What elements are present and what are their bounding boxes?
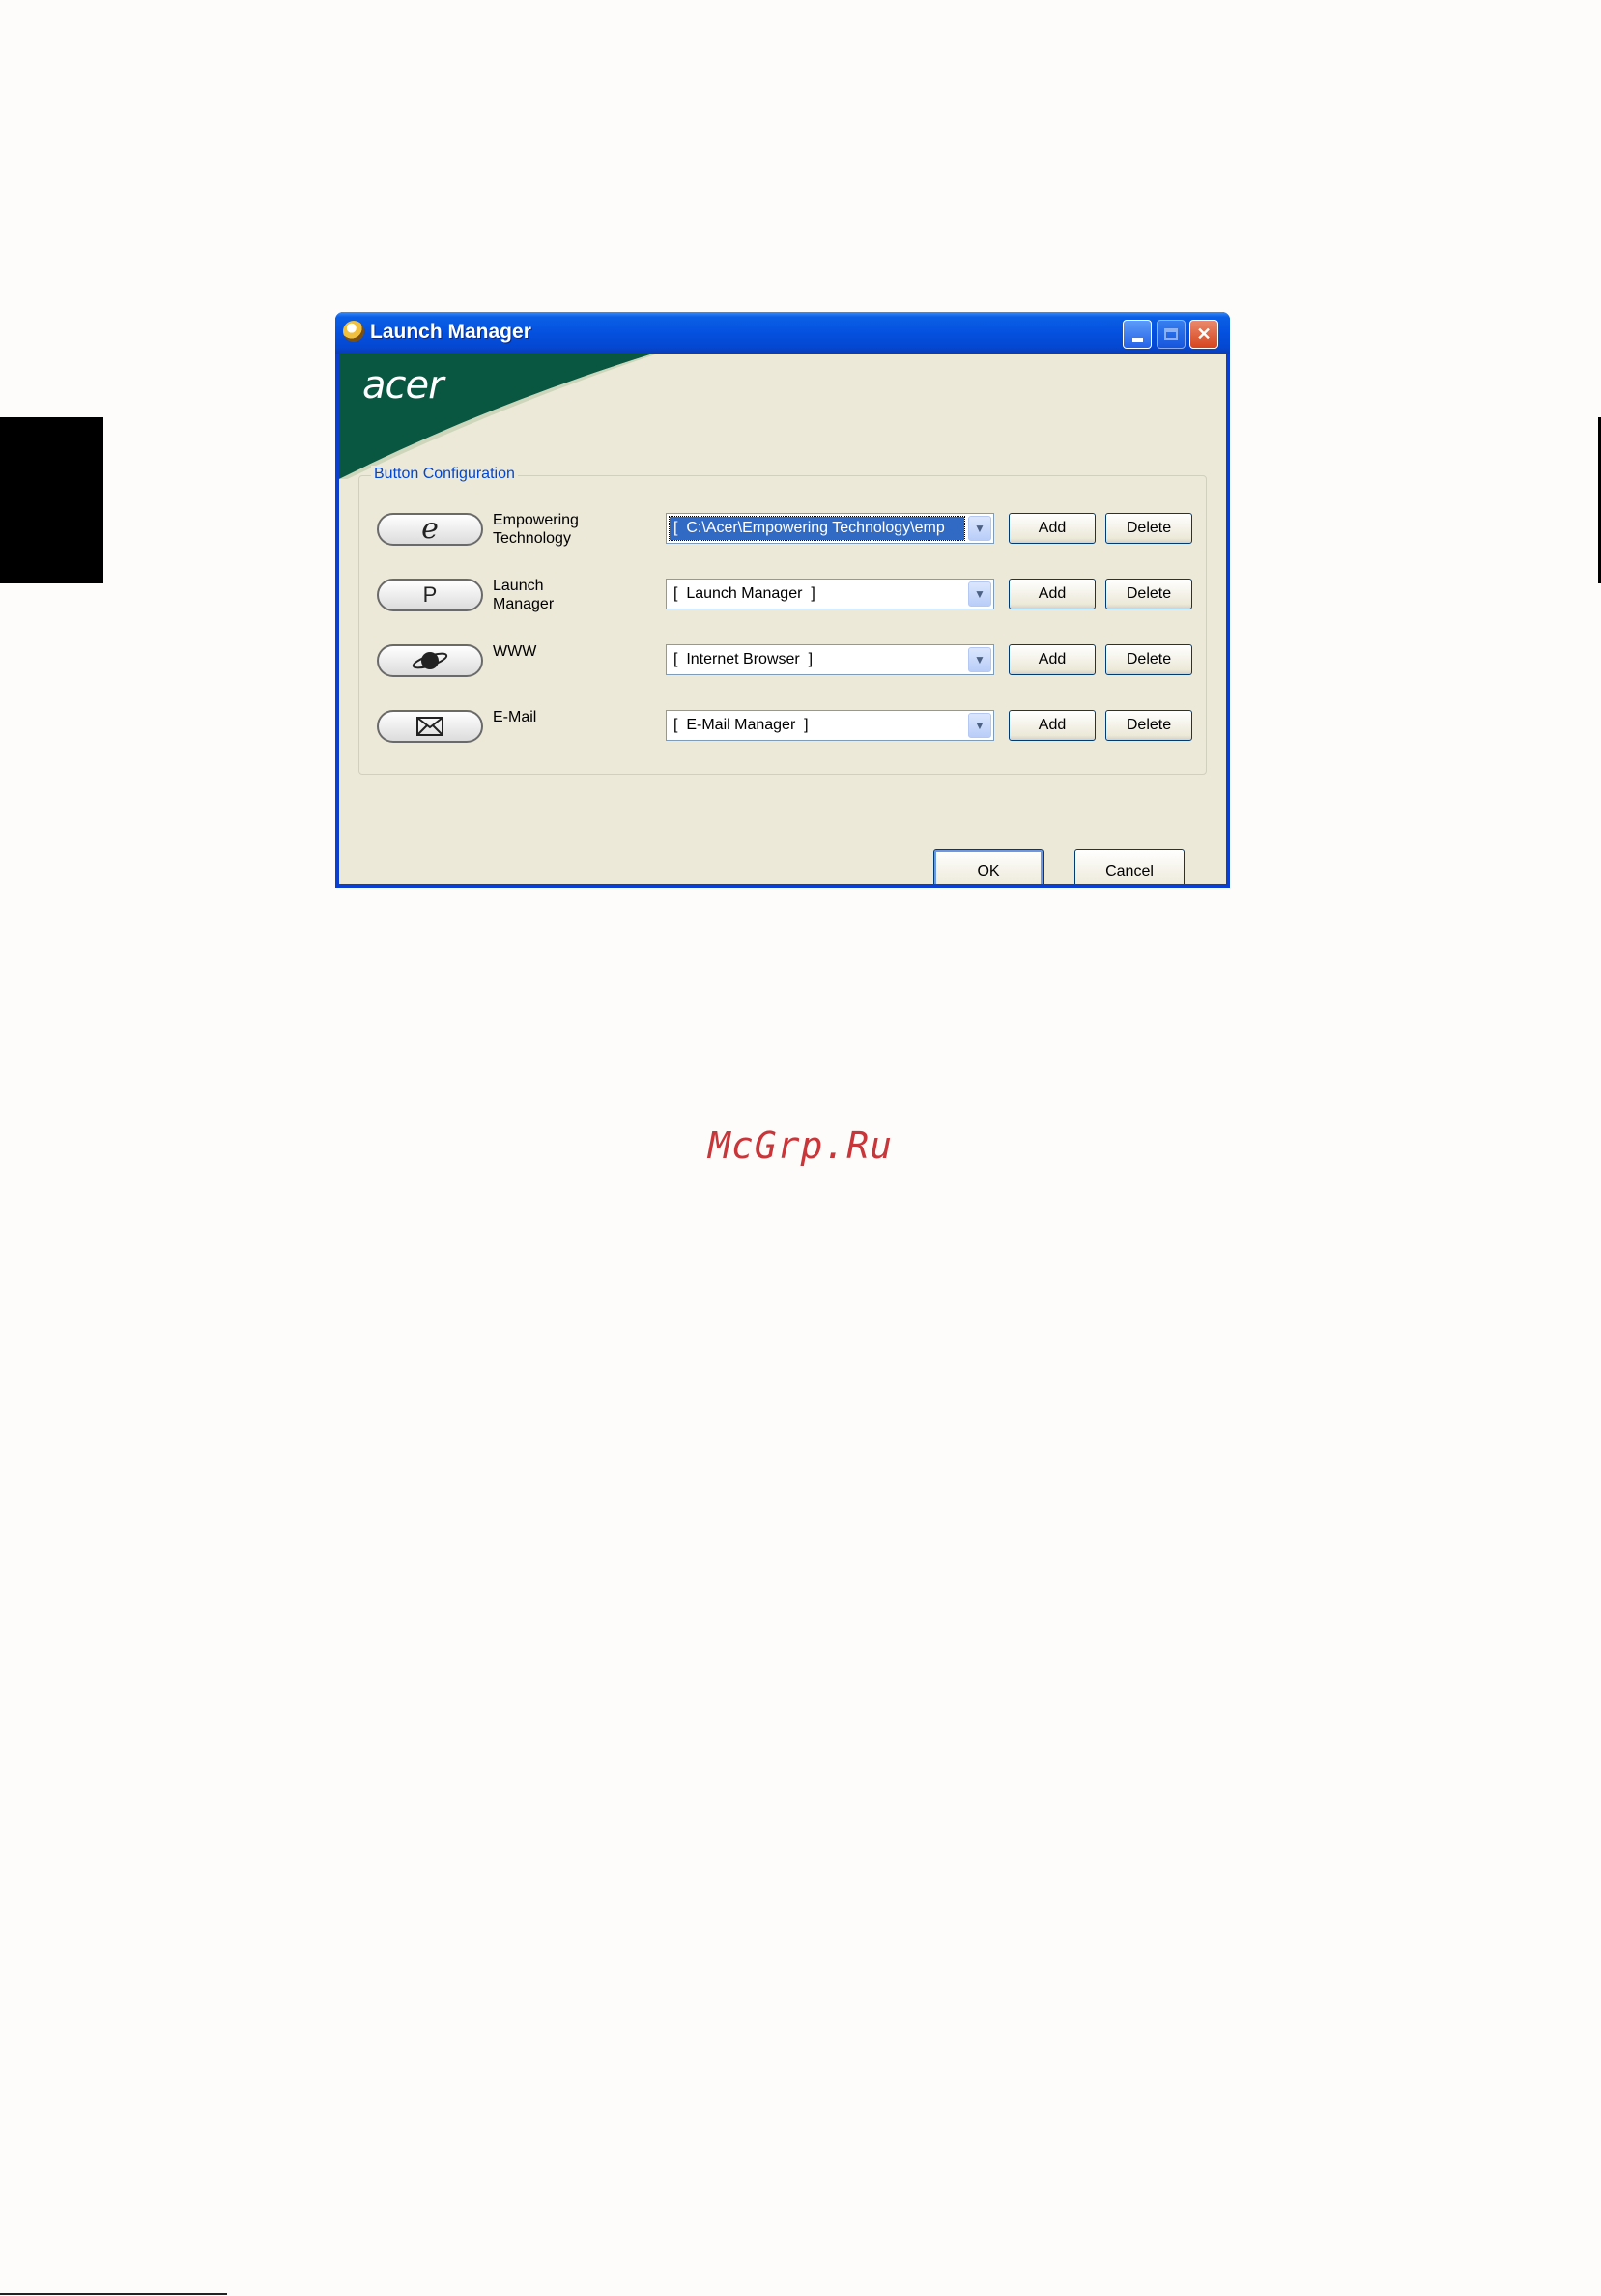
- maximize-button[interactable]: [1157, 320, 1186, 349]
- minimize-button[interactable]: [1123, 320, 1152, 349]
- row-label: E-Mail: [493, 709, 537, 725]
- acer-logo: acer: [362, 363, 444, 408]
- page-side-tab: [0, 417, 103, 583]
- maximize-icon: [1164, 328, 1178, 340]
- chevron-down-icon[interactable]: ▼: [968, 647, 991, 672]
- chevron-down-icon[interactable]: ▼: [968, 516, 991, 541]
- window-title: Launch Manager: [370, 321, 531, 343]
- close-button[interactable]: ✕: [1189, 320, 1218, 349]
- program-select[interactable]: [ E-Mail Manager ] ▼: [666, 710, 994, 741]
- program-select[interactable]: [ C:\Acer\Empowering Technology\emp ▼: [666, 513, 994, 544]
- p-icon: P: [422, 582, 438, 607]
- select-value: [ Internet Browser ]: [673, 651, 814, 667]
- program-select[interactable]: [ Launch Manager ] ▼: [666, 579, 994, 609]
- app-icon[interactable]: [343, 321, 364, 342]
- p-key-icon: P: [377, 579, 483, 611]
- ok-button[interactable]: OK: [933, 849, 1044, 884]
- delete-button[interactable]: Delete: [1105, 644, 1192, 675]
- group-legend: Button Configuration: [371, 466, 518, 483]
- add-button[interactable]: Add: [1009, 710, 1096, 741]
- add-button[interactable]: Add: [1009, 513, 1096, 544]
- delete-button[interactable]: Delete: [1105, 710, 1192, 741]
- add-button[interactable]: Add: [1009, 644, 1096, 675]
- launch-manager-window: Launch Manager ✕ acer Button Configurati…: [335, 312, 1230, 888]
- config-row-launch-manager: P Launch Manager [ Launch Manager ] ▼ Ad…: [359, 577, 1206, 619]
- globe-icon: [412, 652, 448, 669]
- email-key-icon: [377, 710, 483, 743]
- chevron-down-icon[interactable]: ▼: [968, 713, 991, 738]
- minimize-icon: [1131, 338, 1143, 342]
- row-label: WWW: [493, 643, 537, 660]
- watermark-text: McGrp.Ru: [708, 1124, 894, 1167]
- row-label: Launch Manager: [493, 578, 555, 612]
- config-row-empowering: e Empowering Technology [ C:\Acer\Empowe…: [359, 511, 1206, 553]
- add-button[interactable]: Add: [1009, 579, 1096, 609]
- config-row-email: E-Mail [ E-Mail Manager ] ▼ Add Delete: [359, 708, 1206, 751]
- select-value: [ E-Mail Manager ]: [673, 717, 809, 733]
- title-bar[interactable]: Launch Manager ✕: [335, 312, 1230, 354]
- www-key-icon: [377, 644, 483, 677]
- page-bottom-rule: [0, 2293, 227, 2295]
- config-row-www: WWW [ Internet Browser ] ▼ Add Delete: [359, 642, 1206, 685]
- select-value: [ Launch Manager ]: [673, 585, 815, 602]
- delete-button[interactable]: Delete: [1105, 579, 1192, 609]
- dialog-client-area: acer Button Configuration e Empowering T…: [339, 354, 1226, 884]
- e-key-icon: e: [377, 513, 483, 546]
- select-value: [ C:\Acer\Empowering Technology\emp: [669, 516, 965, 541]
- chevron-down-icon[interactable]: ▼: [968, 581, 991, 607]
- button-configuration-group: Button Configuration e Empowering Techno…: [358, 466, 1207, 775]
- close-icon: ✕: [1196, 324, 1212, 344]
- cancel-button[interactable]: Cancel: [1074, 849, 1185, 884]
- row-label: Empowering Technology: [493, 512, 579, 547]
- delete-button[interactable]: Delete: [1105, 513, 1192, 544]
- e-icon: e: [421, 512, 439, 546]
- envelope-icon: [416, 717, 443, 736]
- program-select[interactable]: [ Internet Browser ] ▼: [666, 644, 994, 675]
